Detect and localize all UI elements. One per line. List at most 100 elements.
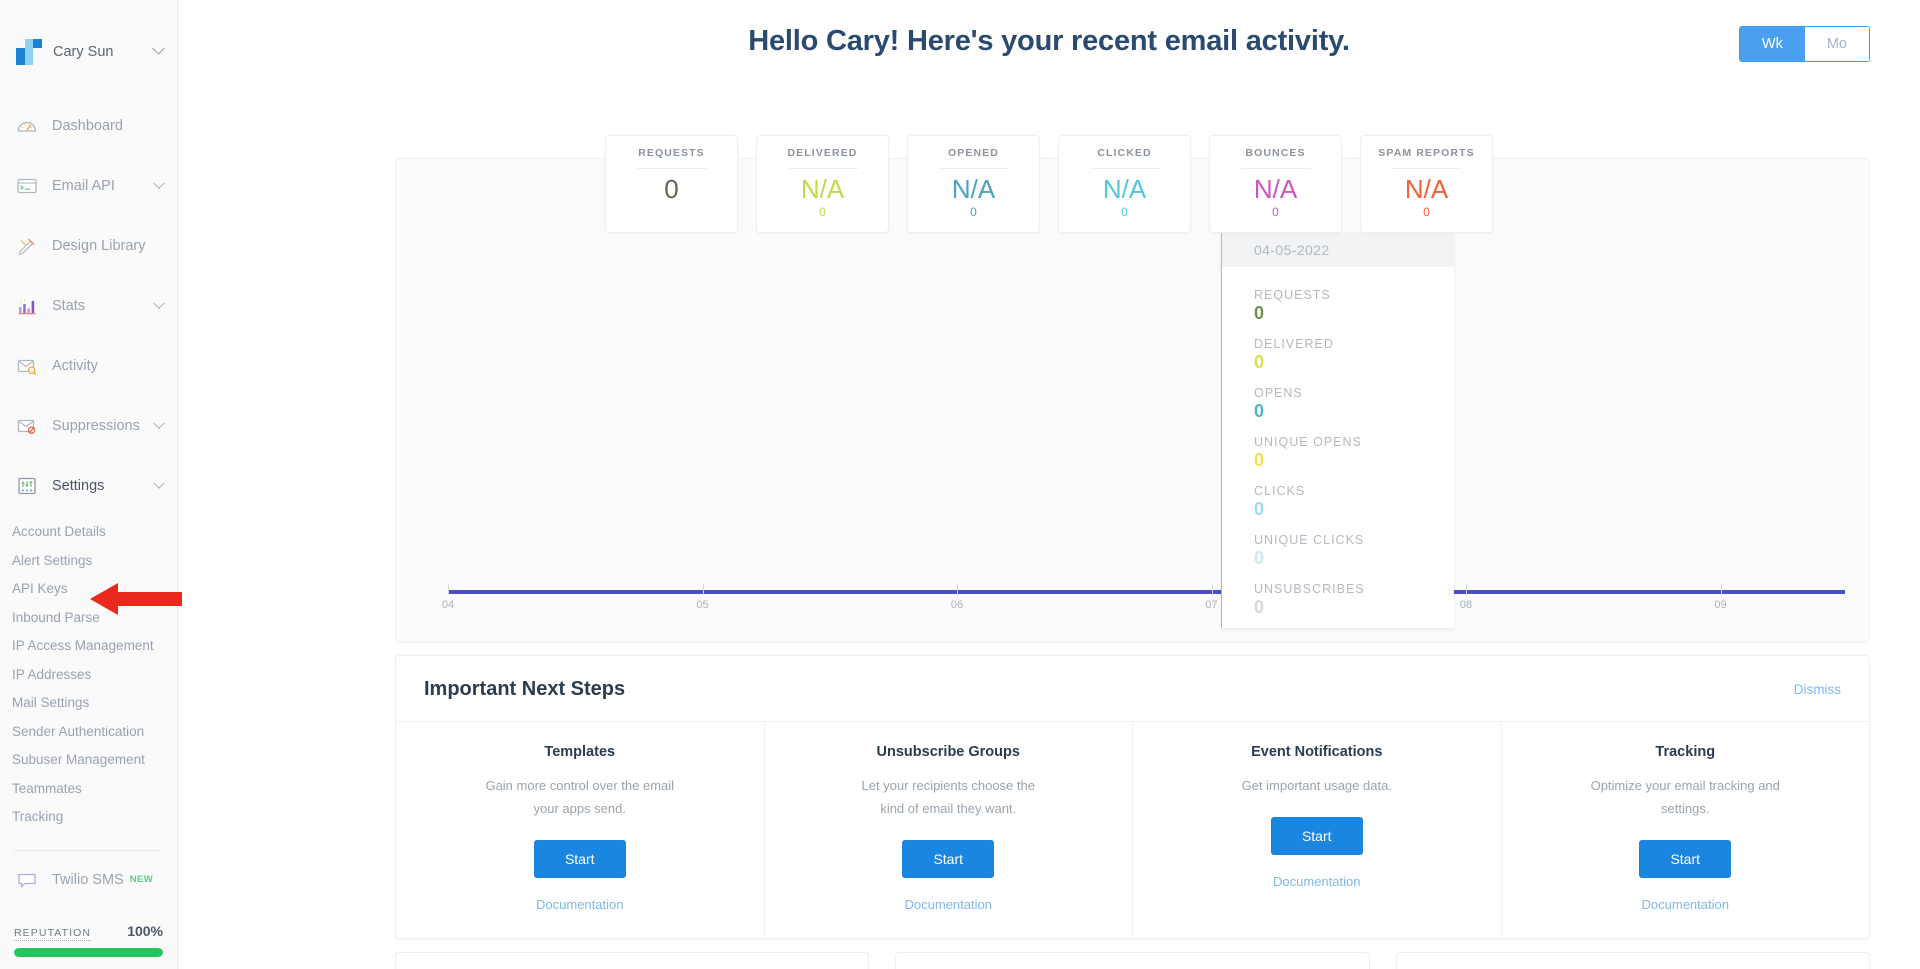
stat-card-label: OPENED [948,147,999,159]
dismiss-link[interactable]: Dismiss [1794,682,1841,697]
sidebar: Cary Sun Dashboard Email API Design Libr… [0,0,178,969]
start-button[interactable]: Start [902,840,995,878]
chart-tooltip: 04-05-2022 REQUESTS 0 DELIVERED 0 OPENS 0 UNIQ… [1221,233,1454,628]
bottom-card[interactable] [1395,952,1870,969]
sidebar-item-label: Activity [52,358,98,374]
account-switcher[interactable]: Cary Sun [0,0,177,70]
bottom-cards-row [395,952,1870,969]
subnav-item-sender-authentication[interactable]: Sender Authentication [12,718,177,747]
start-button[interactable]: Start [1270,817,1363,855]
chevron-down-icon[interactable] [152,41,165,55]
sidebar-item-design-library[interactable]: Design Library [0,216,177,276]
range-toggle[interactable]: Wk Mo [1738,26,1870,62]
next-step-card: Event Notifications Get important usage d… [1133,722,1502,938]
tooltip-row-value: 0 [1254,450,1265,470]
stat-card-subvalue: 0 [1121,205,1128,220]
next-step-description: Let your recipients choose the kind of e… [861,778,1035,816]
tooltip-row: CLICKS 0 [1254,484,1454,520]
reputation-bar [14,948,163,957]
documentation-link[interactable]: Documentation [779,897,1119,912]
sidebar-item-email-api[interactable]: Email API [0,156,177,216]
next-steps-grid: Templates Gain more control over the emai… [396,722,1869,938]
stat-card-rule [636,168,707,169]
tooltip-row: REQUESTS 0 [1254,288,1454,324]
range-toggle-mo[interactable]: Mo [1804,27,1869,61]
stat-card-label: REQUESTS [638,147,705,159]
stat-card-value: N/A [951,174,996,204]
sidebar-item-label: Design Library [52,238,146,254]
envelope-search-icon [14,353,40,379]
sidebar-item-dashboard[interactable]: Dashboard [0,96,177,156]
stat-card[interactable]: SPAM REPORTS N/A 0 [1360,135,1493,234]
stat-card[interactable]: DELIVERED N/A 0 [756,135,889,234]
chart-tick [702,584,704,594]
range-toggle-wk[interactable]: Wk [1739,27,1805,61]
stat-card-rule [1089,168,1160,169]
bottom-card[interactable] [395,952,870,969]
subnav-item-subuser-management[interactable]: Subuser Management [12,746,177,775]
tooltip-row-key: UNIQUE CLICKS [1254,533,1365,547]
subnav-item-account-details[interactable]: Account Details [12,518,177,547]
tooltip-row-value: 0 [1254,401,1265,421]
chart-tick-label: 08 [1459,599,1473,611]
sidebar-item-settings[interactable]: Settings [0,456,177,516]
stat-card-label: CLICKED [1097,147,1152,159]
sidebar-item-suppressions[interactable]: Suppressions [0,396,177,456]
sidebar-item-label: Email API [52,178,115,194]
next-step-card: Unsubscribe Groups Let your recipients ch… [765,722,1133,938]
tooltip-row: DELIVERED 0 [1254,337,1454,373]
sidebar-item-label: Dashboard [52,118,123,134]
chart-tick [957,584,958,594]
sidebar-item-activity[interactable]: Activity [0,336,177,396]
chevron-down-icon[interactable] [153,177,165,189]
account-name: Cary Sun [53,44,114,60]
sendgrid-logo-icon [16,39,42,65]
chart-tick-label: 09 [1714,599,1727,611]
tooltip-row-value: 0 [1254,597,1265,617]
stat-card-label: SPAM REPORTS [1378,147,1475,159]
chevron-down-icon[interactable] [153,297,165,309]
sidebar-item-twilio-sms[interactable]: Twilio SMS NEW [0,851,177,893]
documentation-link[interactable]: Documentation [410,897,750,912]
next-step-card: Templates Gain more control over the emai… [396,722,765,938]
chevron-down-icon[interactable] [153,477,165,489]
reputation-bar-fill [14,948,163,957]
subnav-item-mail-settings[interactable]: Mail Settings [12,689,177,718]
bottom-card[interactable] [895,952,1370,969]
stat-card[interactable]: OPENED N/A 0 [907,135,1040,234]
documentation-link[interactable]: Documentation [1516,897,1856,912]
pencil-ruler-icon [14,233,40,259]
stat-card-rule [1391,168,1462,169]
bar-chart-icon [14,293,40,319]
chat-bubble-icon [14,867,40,893]
tooltip-row-value: 0 [1254,352,1265,372]
new-badge: NEW [129,874,154,885]
chevron-down-icon[interactable] [153,417,165,429]
subnav-item-teammates[interactable]: Teammates [12,775,177,804]
tooltip-row-key: CLICKS [1254,484,1306,498]
stat-card-label: DELIVERED [787,147,858,159]
sendgrid-dashboard: Cary Sun Dashboard Email API Design Libr… [0,0,1920,969]
chart-tick-label: 06 [950,599,964,611]
documentation-link[interactable]: Documentation [1147,874,1487,889]
tooltip-date: 04-05-2022 [1222,233,1454,267]
chart-tick [1720,584,1722,594]
subnav-item-tracking[interactable]: Tracking [12,803,177,832]
next-step-description: Get important usage data. [1241,778,1392,793]
reputation-meter: REPUTATION 100% [14,923,163,957]
next-step-description: Gain more control over the email your ap… [485,778,675,816]
stat-card[interactable]: BOUNCES N/A 0 [1209,135,1342,234]
start-button[interactable]: Start [1639,840,1732,878]
page-title: Hello Cary! Here's your recent email act… [748,25,1350,57]
tooltip-row: UNSUBSCRIBES 0 [1254,582,1454,618]
chart-tick [1466,584,1467,594]
subnav-item-alert-settings[interactable]: Alert Settings [12,547,177,576]
stat-card[interactable]: REQUESTS 0 [605,135,738,234]
start-button[interactable]: Start [533,840,626,878]
subnav-item-ip-addresses[interactable]: IP Addresses [12,661,177,690]
sidebar-item-stats[interactable]: Stats [0,276,177,336]
next-step-title: Templates [544,744,616,760]
subnav-item-ip-access-management[interactable]: IP Access Management [12,632,177,661]
stat-card[interactable]: CLICKED N/A 0 [1058,135,1191,234]
stat-card-value: 0 [664,174,679,204]
